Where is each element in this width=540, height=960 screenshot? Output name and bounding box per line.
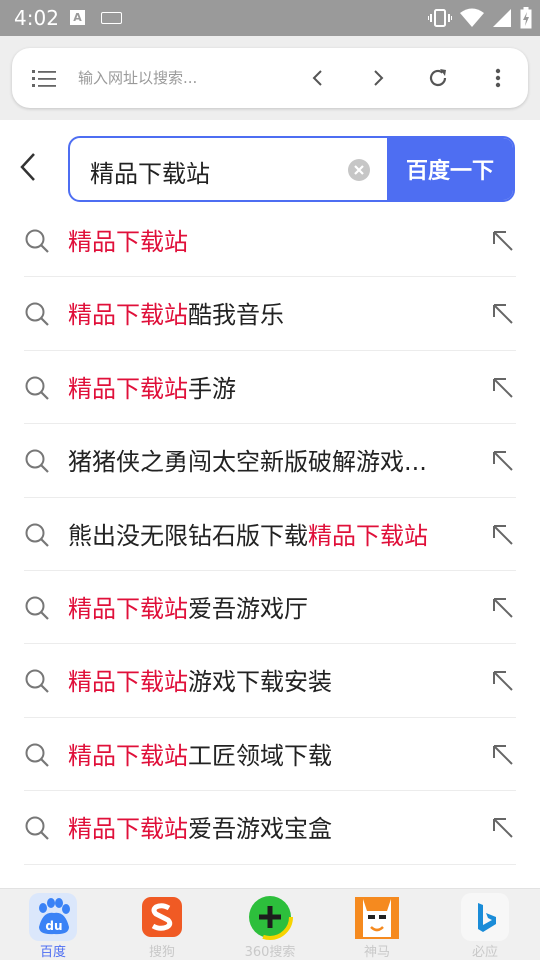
fill-query-arrow-icon[interactable] (492, 597, 514, 619)
suggestion-text: 精品下载站游戏下载安装 (68, 662, 478, 697)
more-options-button[interactable] (484, 64, 512, 92)
search-engine-bar: du 百度 搜狗 360搜索 神马 必应 (0, 888, 540, 960)
suggestion-item[interactable]: 熊出没无限钻石版下载精品下载站 (24, 498, 516, 571)
search-icon (25, 523, 49, 547)
baidu-icon: du (29, 893, 77, 941)
search-box: 精品下载站 百度一下 (68, 136, 515, 202)
suggestion-item[interactable]: 精品下载站工匠领域下载 (24, 718, 516, 792)
more-vertical-icon (495, 68, 501, 88)
engine-label: 神马 (363, 945, 390, 960)
fill-query-arrow-icon[interactable] (492, 817, 514, 839)
search-icon (25, 816, 49, 840)
suggestion-text: 精品下载站工匠领域下载 (68, 736, 478, 771)
suggestion-highlight: 精品下载站 (308, 521, 428, 550)
fill-query-arrow-icon[interactable] (492, 303, 514, 325)
fill-query-arrow-icon[interactable] (492, 377, 514, 399)
status-icons (428, 5, 532, 31)
shenma-icon (353, 893, 401, 941)
suggestion-highlight: 精品下载站 (68, 815, 188, 844)
svg-text:du: du (45, 919, 62, 933)
bing-icon (461, 893, 509, 941)
baidu-search-button[interactable]: 百度一下 (387, 138, 513, 200)
suggestion-text: 猪猪侠之勇闯太空新版破解游戏... (68, 442, 478, 477)
suggestion-item[interactable]: 精品下载站游戏下载安装 (24, 644, 516, 718)
suggestion-suffix: 游戏下载安装 (188, 668, 332, 697)
keyboard-icon (101, 12, 122, 24)
fill-query-arrow-icon[interactable] (492, 524, 514, 546)
fill-query-arrow-icon[interactable] (492, 230, 514, 252)
suggestion-suffix: 手游 (188, 374, 236, 403)
browser-toolbar (0, 36, 540, 120)
suggestion-text: 精品下载站手游 (68, 369, 478, 404)
engine-baidu[interactable]: du 百度 (17, 889, 89, 960)
suggestion-suffix: 爱吾游戏厅 (188, 594, 308, 623)
engine-label: 360搜索 (244, 945, 296, 960)
chevron-left-icon (312, 70, 322, 86)
engine-shenma[interactable]: 神马 (341, 889, 413, 960)
reload-icon (429, 69, 447, 87)
forward-nav-button[interactable] (364, 64, 392, 92)
suggestion-list: 精品下载站 精品下载站酷我音乐 精品下载站手游 猪猪侠之勇闯太空新版破解游戏... 熊出… (24, 204, 516, 865)
suggestion-text: 精品下载站爱吾游戏宝盒 (68, 809, 478, 844)
back-arrow-icon[interactable] (14, 148, 44, 188)
engine-sogou[interactable]: 搜狗 (126, 889, 198, 960)
suggestion-item[interactable]: 精品下载站 (24, 204, 516, 278)
chevron-right-icon (374, 70, 384, 86)
a-notification-icon: A (70, 10, 85, 25)
suggestion-highlight: 精品下载站 (68, 301, 188, 330)
url-input[interactable] (78, 62, 298, 94)
clear-input-button[interactable] (348, 159, 370, 181)
suggestion-text: 精品下载站 (68, 222, 478, 257)
suggestion-item[interactable]: 精品下载站爱吾游戏宝盒 (24, 791, 516, 865)
suggestion-suffix: 酷我音乐 (188, 301, 284, 330)
engine-label: 搜狗 (148, 945, 175, 960)
suggestion-item[interactable]: 猪猪侠之勇闯太空新版破解游戏... (24, 424, 516, 498)
engine-label: 必应 (471, 945, 498, 960)
list-menu-icon[interactable] (32, 68, 56, 88)
suggestion-item[interactable]: 精品下载站爱吾游戏厅 (24, 571, 516, 645)
clear-icon (354, 165, 364, 175)
search-icon (25, 302, 49, 327)
suggestion-prefix: 熊出没无限钻石版下载 (68, 521, 308, 550)
suggestion-suffix: 工匠领域下载 (188, 741, 332, 770)
suggestion-highlight: 精品下载站 (68, 228, 188, 256)
suggestion-item[interactable]: 精品下载站手游 (24, 351, 516, 425)
back-nav-button[interactable] (304, 64, 332, 92)
status-time: 4:02 (14, 6, 59, 30)
battery-icon (520, 7, 532, 29)
search-icon (25, 669, 49, 694)
sogou-icon (138, 893, 186, 941)
suggestion-item[interactable]: 精品下载站酷我音乐 (24, 277, 516, 351)
search-icon (25, 376, 49, 400)
suggestion-text: 精品下载站酷我音乐 (68, 295, 478, 330)
search-input[interactable]: 精品下载站 (90, 154, 210, 189)
suggestion-highlight: 精品下载站 (68, 374, 188, 403)
suggestion-highlight: 精品下载站 (68, 741, 188, 770)
vibrate-icon (428, 9, 452, 27)
wifi-icon (460, 8, 484, 27)
suggestion-highlight: 精品下载站 (68, 668, 188, 697)
suggestion-text: 精品下载站爱吾游戏厅 (68, 589, 478, 624)
reload-button[interactable] (424, 64, 452, 92)
address-bar (12, 48, 528, 108)
search-icon (25, 229, 49, 253)
fill-query-arrow-icon[interactable] (492, 744, 514, 766)
suggestion-highlight: 精品下载站 (68, 594, 188, 623)
engine-label: 百度 (39, 945, 66, 960)
status-bar: 4:02 A (0, 0, 540, 36)
fill-query-arrow-icon[interactable] (492, 670, 514, 692)
suggestion-text: 熊出没无限钻石版下载精品下载站 (68, 516, 478, 551)
search-icon (25, 596, 49, 620)
engine-360[interactable]: 360搜索 (234, 889, 306, 960)
suggestion-suffix: 爱吾游戏宝盒 (188, 815, 332, 844)
360-search-icon (246, 893, 294, 941)
fill-query-arrow-icon[interactable] (492, 450, 514, 472)
signal-icon (493, 9, 511, 27)
engine-bing[interactable]: 必应 (449, 889, 521, 960)
search-icon (25, 449, 49, 473)
search-icon (25, 743, 49, 767)
suggestion-prefix: 猪猪侠之勇闯太空新版破解游戏... (68, 448, 427, 477)
